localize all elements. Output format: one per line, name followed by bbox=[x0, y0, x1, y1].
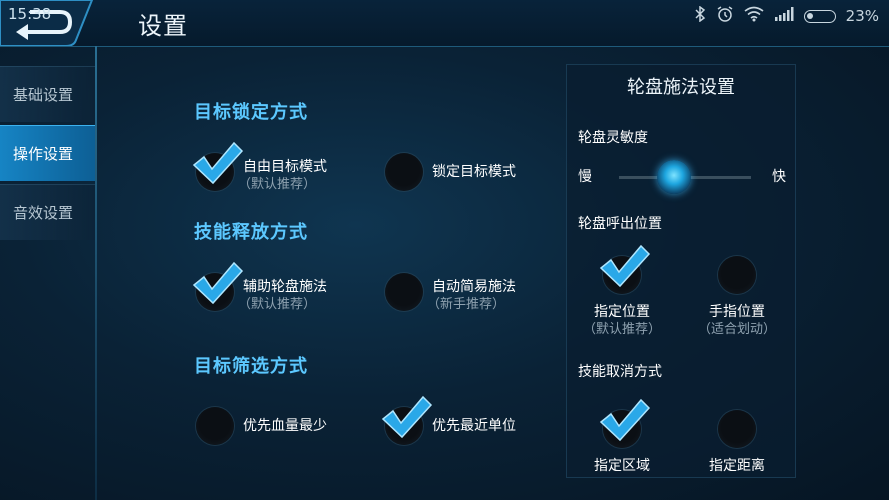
checkmark-icon bbox=[192, 141, 244, 185]
option-label: 锁定目标模式 bbox=[432, 164, 516, 180]
slider-max-label: 快 bbox=[772, 169, 786, 185]
sidebar-item-sound-settings[interactable]: 音效设置 bbox=[0, 184, 95, 240]
sidebar: 基础设置 操作设置 音效设置 bbox=[0, 66, 95, 243]
sidebar-item-label: 音效设置 bbox=[13, 204, 74, 222]
signal-icon bbox=[774, 7, 794, 25]
option-label: 优先血量最少 bbox=[243, 418, 327, 434]
bluetooth-icon bbox=[694, 5, 706, 26]
option-sublabel: （适合划动） bbox=[697, 322, 776, 337]
checkmark-icon bbox=[381, 395, 433, 439]
sensitivity-label: 轮盘灵敏度 bbox=[578, 130, 648, 146]
option-sublabel: （新手推荐） bbox=[427, 297, 506, 312]
checkmark-icon bbox=[192, 261, 244, 305]
status-time: 15:38 bbox=[8, 5, 52, 23]
back-button[interactable]: 15:38 bbox=[0, 0, 100, 46]
option-sublabel: （默认推荐） bbox=[582, 322, 661, 337]
wheel-cast-settings-panel: 轮盘施法设置 轮盘灵敏度 慢 快 轮盘呼出位置 指定位置 （默认推荐） 手指位置… bbox=[566, 64, 796, 478]
page-title: 设置 bbox=[138, 12, 188, 40]
radio-circle bbox=[196, 407, 234, 445]
radio-circle bbox=[718, 256, 756, 294]
panel-title: 轮盘施法设置 bbox=[627, 77, 735, 98]
wifi-icon bbox=[744, 6, 764, 26]
radio-circle bbox=[385, 153, 423, 191]
status-bar: 23% bbox=[694, 5, 879, 26]
radio-circle bbox=[718, 410, 756, 448]
alarm-icon bbox=[716, 6, 734, 26]
sidebar-item-label: 基础设置 bbox=[13, 86, 74, 104]
section-title-lock-mode: 目标锁定方式 bbox=[194, 102, 308, 123]
battery-percent: 23% bbox=[845, 7, 879, 25]
sidebar-divider bbox=[95, 46, 97, 500]
slider-min-label: 慢 bbox=[578, 169, 592, 185]
checkmark-icon bbox=[599, 244, 651, 288]
section-title-wheel-position: 轮盘呼出位置 bbox=[578, 216, 662, 232]
sidebar-item-basic-settings[interactable]: 基础设置 bbox=[0, 66, 95, 122]
battery-icon bbox=[803, 9, 836, 23]
section-title-target-filter: 目标筛选方式 bbox=[194, 356, 308, 377]
option-sublabel: （默认推荐） bbox=[238, 297, 317, 312]
option-label: 指定区域 bbox=[594, 458, 650, 474]
radio-circle bbox=[385, 273, 423, 311]
option-label: 优先最近单位 bbox=[432, 418, 516, 434]
section-title-skill-cancel: 技能取消方式 bbox=[578, 364, 662, 380]
sidebar-item-label: 操作设置 bbox=[13, 145, 74, 163]
header-bar: 15:38 设置 23% bbox=[0, 0, 889, 47]
section-title-skill-cast: 技能释放方式 bbox=[194, 222, 308, 243]
option-label: 指定距离 bbox=[709, 458, 765, 474]
sensitivity-slider-handle[interactable] bbox=[657, 160, 692, 194]
sidebar-item-control-settings[interactable]: 操作设置 bbox=[0, 125, 95, 181]
option-sublabel: （默认推荐） bbox=[238, 177, 317, 192]
checkmark-icon bbox=[599, 398, 651, 442]
